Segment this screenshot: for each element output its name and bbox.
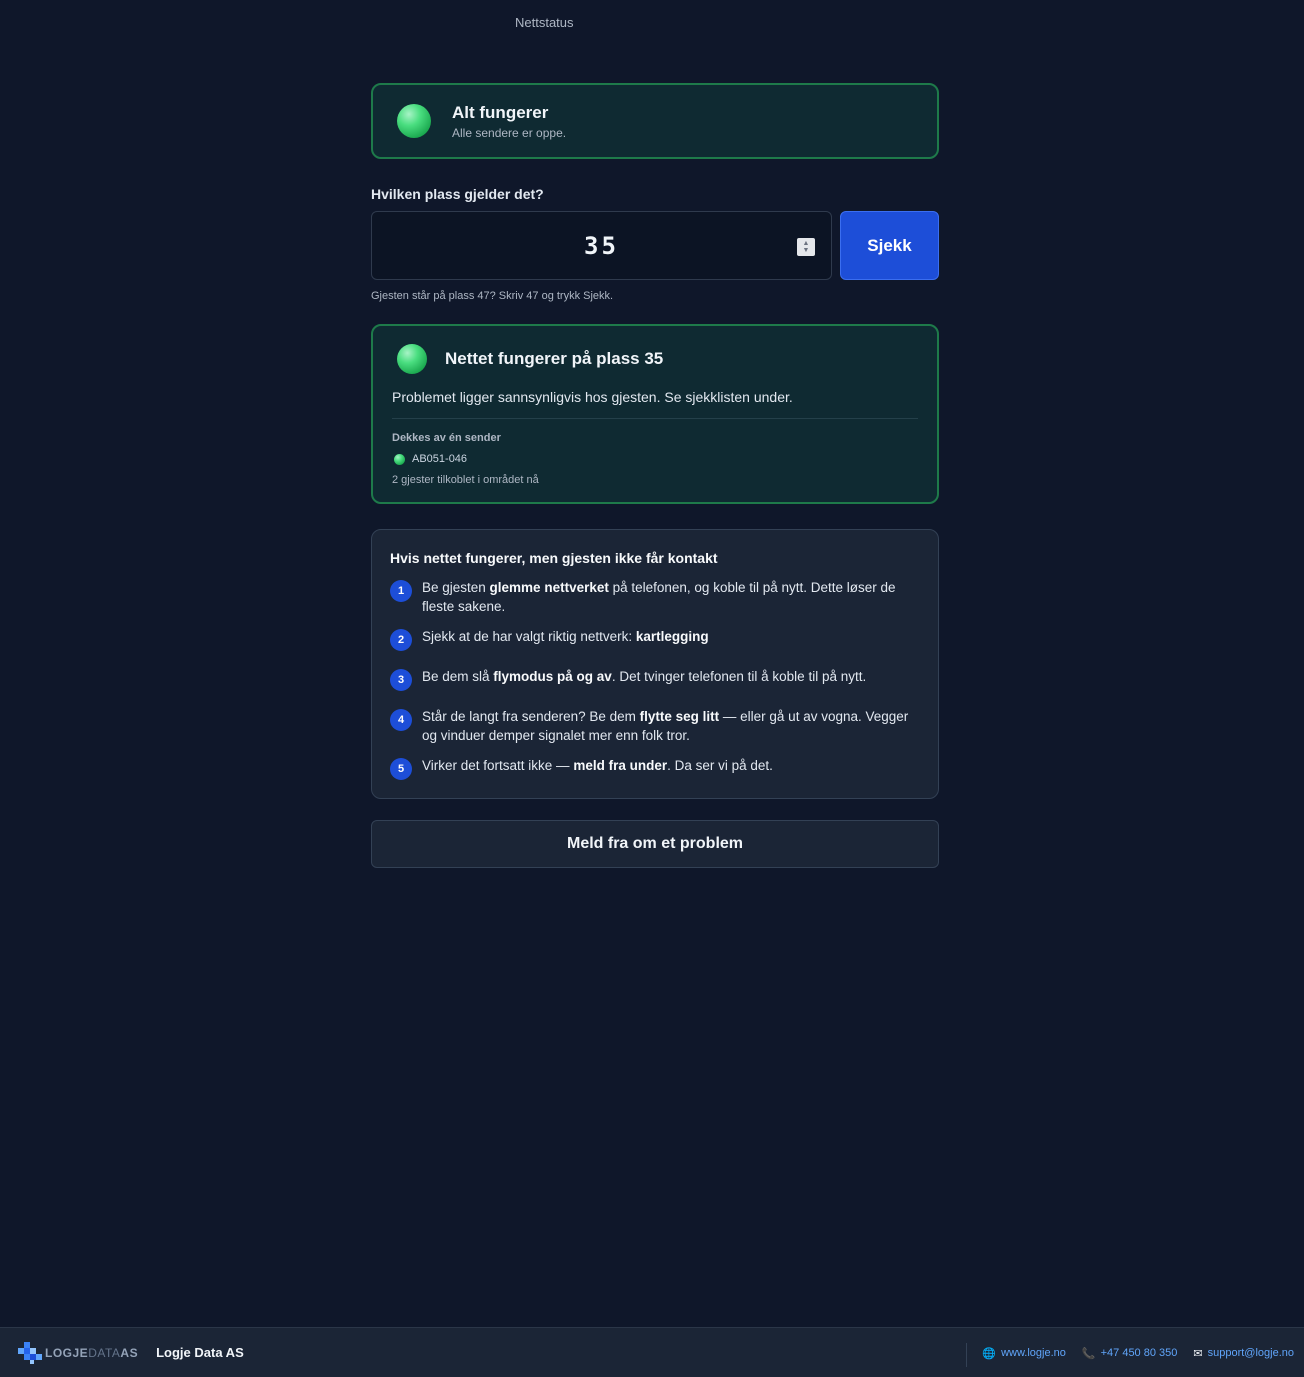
company-name: Logje Data AS xyxy=(156,1345,244,1360)
step-text: Be dem slå flymodus på og av. Det tvinge… xyxy=(422,669,867,684)
envelope-icon: ✉ xyxy=(1193,1347,1203,1360)
result-title: Nettet fungerer på plass 35 xyxy=(445,349,664,368)
overall-status-card: Alt fungerer Alle sendere er oppe. xyxy=(371,83,939,159)
checklist-title: Hvis nettet fungerer, men gjesten ikke f… xyxy=(390,550,718,566)
site-number-value: 35 xyxy=(584,231,619,260)
email-link[interactable]: ✉ support@logje.no xyxy=(1193,1347,1294,1360)
status-subtitle: Alle sendere er oppe. xyxy=(452,125,567,140)
step-text: Sjekk at de har valgt riktig nettverk: k… xyxy=(422,629,709,644)
page-title: Nettstatus xyxy=(515,15,574,30)
coverage-label: Dekkes av én sender xyxy=(392,432,501,444)
report-problem-button[interactable]: Meld fra om et problem xyxy=(371,820,939,868)
result-divider xyxy=(392,418,918,419)
checklist-step: 4 Står de langt fra senderen? Be dem fly… xyxy=(390,707,920,745)
status-title: Alt fungerer xyxy=(452,102,549,122)
step-text: Står de langt fra senderen? Be dem flytt… xyxy=(422,709,909,743)
logo-mark-icon xyxy=(18,1341,42,1364)
sender-status-icon xyxy=(394,453,405,465)
connected-guests: 2 gjester tilkoblet i området nå xyxy=(392,474,539,486)
checklist-step: 5 Virker det fortsatt ikke — meld fra un… xyxy=(390,756,920,780)
troubleshooting-checklist: Hvis nettet fungerer, men gjesten ikke f… xyxy=(371,529,939,799)
spinner-down-icon[interactable]: ▼ xyxy=(803,247,810,254)
company-logo[interactable]: LOGJEDATAAS xyxy=(18,1341,138,1364)
step-text: Virker det fortsatt ikke — meld fra unde… xyxy=(422,758,773,773)
step-number-badge: 4 xyxy=(390,709,412,731)
step-number-badge: 1 xyxy=(390,580,412,602)
footer: LOGJEDATAAS Logje Data AS 🌐 www.logje.no… xyxy=(0,1327,1304,1377)
phone-link[interactable]: 📞 +47 450 80 350 xyxy=(1082,1347,1177,1360)
website-link[interactable]: 🌐 www.logje.no xyxy=(982,1347,1066,1360)
logo-text: LOGJE xyxy=(45,1345,89,1360)
sender-item: AB051-046 xyxy=(392,453,918,465)
main-content: Alt fungerer Alle sendere er oppe. Hvilk… xyxy=(371,83,939,868)
checklist-step: 1 Be gjesten glemme nettverket på telefo… xyxy=(390,578,920,616)
lookup-hint: Gjesten står på plass 47? Skriv 47 og tr… xyxy=(371,290,614,302)
globe-icon: 🌐 xyxy=(982,1347,997,1360)
check-button[interactable]: Sjekk xyxy=(840,211,939,280)
step-number-badge: 5 xyxy=(390,758,412,780)
sender-name: AB051-046 xyxy=(412,453,468,465)
lookup-row: 35 ▲ ▼ Sjekk xyxy=(371,211,939,280)
result-description: Problemet ligger sannsynligvis hos gjest… xyxy=(392,389,793,405)
checklist-step: 3 Be dem slå flymodus på og av. Det tvin… xyxy=(390,667,920,691)
step-text: Be gjesten glemme nettverket på telefone… xyxy=(422,580,896,614)
site-number-input[interactable]: 35 ▲ ▼ xyxy=(371,211,832,280)
step-number-badge: 2 xyxy=(390,629,412,651)
spinner-up-icon[interactable]: ▲ xyxy=(803,240,810,247)
phone-icon: 📞 xyxy=(1081,1347,1096,1360)
result-ok-indicator-icon xyxy=(397,344,427,374)
site-number-label: Hvilken plass gjelder det? xyxy=(371,186,544,202)
checklist-step: 2 Sjekk at de har valgt riktig nettverk:… xyxy=(390,627,920,651)
step-number-badge: 3 xyxy=(390,669,412,691)
contact-links: 🌐 www.logje.no 📞 +47 450 80 350 ✉ suppor… xyxy=(966,1328,1294,1377)
result-card: Nettet fungerer på plass 35 Problemet li… xyxy=(371,324,939,504)
status-ok-indicator-icon xyxy=(397,104,431,138)
number-spinner[interactable]: ▲ ▼ xyxy=(797,238,815,256)
